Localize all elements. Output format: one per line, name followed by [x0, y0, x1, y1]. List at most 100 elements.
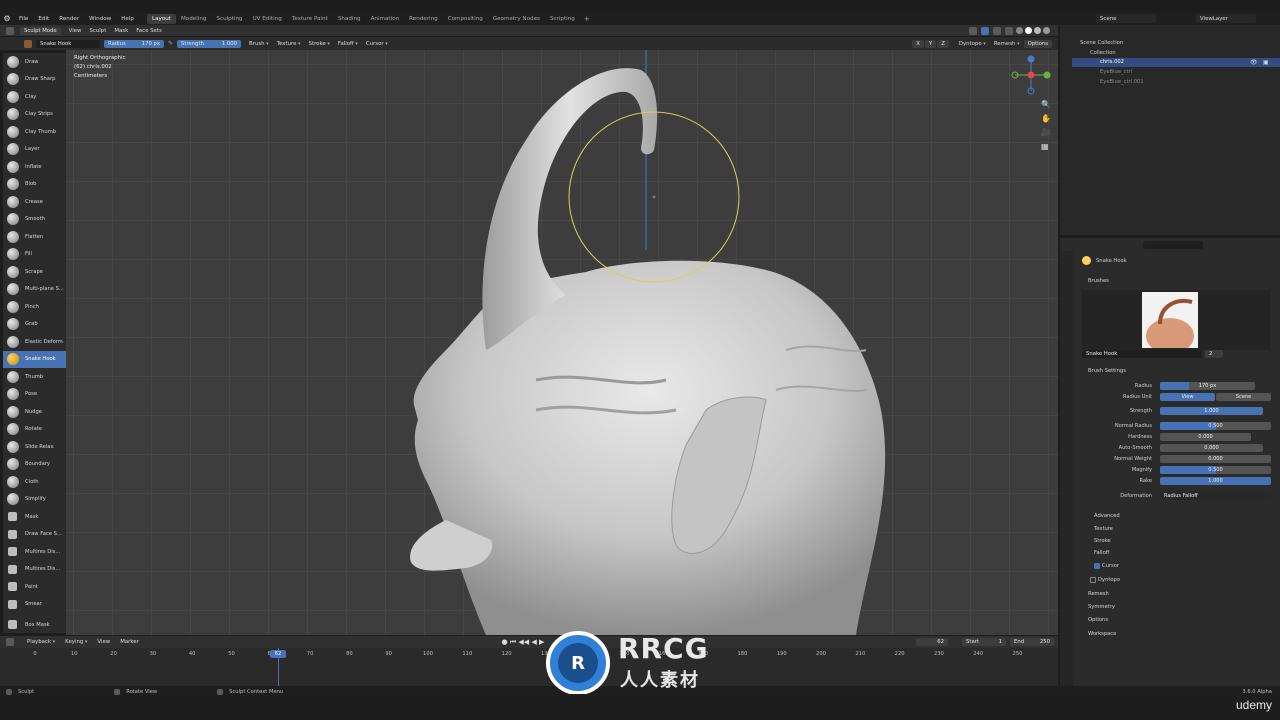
- tool-clay[interactable]: Clay: [3, 88, 66, 106]
- panel-symmetry[interactable]: Symmetry: [1088, 604, 1115, 610]
- menu-edit[interactable]: Edit: [33, 16, 54, 22]
- end-frame-field[interactable]: End 250: [1010, 638, 1055, 646]
- tool-cloth[interactable]: Cloth: [3, 473, 66, 491]
- tool-layer[interactable]: Layer: [3, 141, 66, 159]
- subpanel-texture[interactable]: Texture: [1094, 526, 1113, 532]
- marker-menu[interactable]: Marker: [115, 639, 144, 645]
- workspace-tab-shading[interactable]: Shading: [333, 14, 366, 24]
- auto-smooth-field[interactable]: 0.000: [1160, 444, 1263, 452]
- tool-snake-hook[interactable]: Snake Hook: [3, 350, 66, 368]
- panel-remesh[interactable]: Remesh: [1088, 591, 1109, 597]
- tool-blob[interactable]: Blob: [3, 176, 66, 194]
- shading-solid-icon[interactable]: [1025, 27, 1032, 34]
- workspace-tab-sculpting[interactable]: Sculpting: [211, 14, 247, 24]
- editor-type-icon[interactable]: [6, 26, 14, 35]
- cursor-checkbox[interactable]: [1094, 563, 1100, 569]
- playhead-frame-label[interactable]: 62: [270, 650, 286, 658]
- xray-toggle-icon[interactable]: [1005, 26, 1013, 35]
- tool-boundary[interactable]: Boundary: [3, 456, 66, 474]
- camera-view-icon[interactable]: 🎥: [1041, 128, 1051, 137]
- tool-draw[interactable]: Draw: [3, 53, 66, 71]
- brush-name-field[interactable]: Snake Hook: [36, 39, 100, 48]
- menu-face-sets[interactable]: Face Sets: [132, 28, 166, 34]
- stroke-menu[interactable]: Stroke: [305, 41, 334, 47]
- gizmo-toggle-icon[interactable]: [981, 26, 989, 35]
- normal-radius-field[interactable]: 0.500: [1160, 422, 1271, 430]
- tool-smooth[interactable]: Smooth: [3, 211, 66, 229]
- workspace-tab-texture-paint[interactable]: Texture Paint: [287, 14, 333, 24]
- tool-multires-dis[interactable]: Multires Dis...: [3, 561, 66, 579]
- 3d-viewport[interactable]: Right Orthographic (62) chris.002 Centim…: [66, 50, 1058, 635]
- tool-smear[interactable]: Smear: [3, 596, 66, 614]
- render-camera-icon[interactable]: ▣: [1263, 59, 1269, 66]
- deformation-select[interactable]: Radius Falloff: [1160, 492, 1271, 500]
- playback-menu[interactable]: Playback: [22, 639, 60, 645]
- radius-unit-view-button[interactable]: View: [1160, 393, 1215, 401]
- tool-scrape[interactable]: Scrape: [3, 263, 66, 281]
- tool-crease[interactable]: Crease: [3, 193, 66, 211]
- workspace-tab-modeling[interactable]: Modeling: [176, 14, 211, 24]
- options-menu[interactable]: Options: [1023, 39, 1052, 48]
- subpanel-stroke[interactable]: Stroke: [1094, 538, 1111, 544]
- menu-mask[interactable]: Mask: [110, 28, 132, 34]
- navigation-gizmo[interactable]: [1011, 55, 1051, 99]
- timeline-body[interactable]: 0102030405060708090100110120130140150160…: [0, 648, 1058, 686]
- view-object-types-icon[interactable]: [969, 26, 977, 35]
- properties-search-input[interactable]: [1143, 241, 1203, 249]
- shading-rendered-icon[interactable]: [1043, 27, 1050, 34]
- timeline-view-menu[interactable]: View: [92, 639, 115, 645]
- timeline-editor-icon[interactable]: [6, 638, 14, 646]
- grid-toggle-icon[interactable]: ▦: [1041, 142, 1049, 151]
- tool-mask[interactable]: Mask: [3, 508, 66, 526]
- panel-options[interactable]: Options: [1088, 617, 1108, 623]
- menu-render[interactable]: Render: [54, 16, 84, 22]
- cursor-menu[interactable]: Cursor: [362, 41, 392, 47]
- tool-grab[interactable]: Grab: [3, 316, 66, 334]
- strength-prop-field[interactable]: 1.000: [1160, 407, 1263, 415]
- symmetry-x-button[interactable]: X: [912, 39, 924, 48]
- overlay-toggle-icon[interactable]: [993, 26, 1001, 35]
- subpanel-falloff[interactable]: Falloff: [1094, 550, 1109, 556]
- properties-tabs[interactable]: [1060, 251, 1073, 686]
- keying-menu[interactable]: Keying: [60, 639, 92, 645]
- magnify-field[interactable]: 0.500: [1160, 466, 1271, 474]
- outliner-item-chris[interactable]: chris.002: [1100, 59, 1124, 65]
- zoom-icon[interactable]: 🔍: [1041, 100, 1051, 109]
- subpanel-cursor[interactable]: Cursor: [1102, 563, 1119, 569]
- pressure-radius-icon[interactable]: ✎: [168, 40, 173, 47]
- brush-settings-header[interactable]: Brush Settings: [1088, 368, 1126, 374]
- pan-hand-icon[interactable]: ✋: [1041, 114, 1051, 123]
- add-workspace-icon[interactable]: +: [580, 15, 594, 23]
- workspace-tab-uv-editing[interactable]: UV Editing: [248, 14, 287, 24]
- outliner-collection-label[interactable]: Collection: [1090, 50, 1116, 56]
- tool-elastic-deform[interactable]: Elastic Deform: [3, 333, 66, 351]
- playback-controls-icon[interactable]: ● ⏮ ◀◀ ◀ ▶: [502, 638, 545, 647]
- menu-window[interactable]: Window: [84, 16, 116, 22]
- scene-selector[interactable]: Scene: [1096, 14, 1156, 23]
- falloff-menu[interactable]: Falloff: [334, 41, 362, 47]
- radius-unit-scene-button[interactable]: Scene: [1216, 393, 1271, 401]
- brushes-panel-header[interactable]: Brushes: [1088, 278, 1109, 284]
- tool-multires-dis[interactable]: Multires Dis...: [3, 543, 66, 561]
- subpanel-advanced[interactable]: Advanced: [1094, 513, 1120, 519]
- workspace-tab-compositing[interactable]: Compositing: [443, 14, 488, 24]
- current-frame-field[interactable]: 62: [916, 638, 949, 646]
- workspace-tab-animation[interactable]: Animation: [366, 14, 405, 24]
- tool-clay-strips[interactable]: Clay Strips: [3, 106, 66, 124]
- tool-multi-plane-s[interactable]: Multi-plane S...: [3, 281, 66, 299]
- workspace-tab-scripting[interactable]: Scripting: [545, 14, 580, 24]
- strength-field[interactable]: Strength 1.000: [177, 39, 242, 48]
- dyntopo-menu[interactable]: Dyntopo: [955, 41, 990, 47]
- tool-rotate[interactable]: Rotate: [3, 421, 66, 439]
- radius-field[interactable]: Radius 170 px: [104, 39, 164, 48]
- tool-slide-relax[interactable]: Slide Relax: [3, 438, 66, 456]
- tool-flatten[interactable]: Flatten: [3, 228, 66, 246]
- panel-workspace[interactable]: Workspace: [1088, 631, 1116, 637]
- tool-pose[interactable]: Pose: [3, 386, 66, 404]
- shading-material-icon[interactable]: [1034, 27, 1041, 34]
- rake-field[interactable]: 1.000: [1160, 477, 1271, 485]
- hardness-field[interactable]: 0.000: [1160, 433, 1251, 441]
- tool-paint[interactable]: Paint: [3, 578, 66, 596]
- workspace-tab-rendering[interactable]: Rendering: [404, 14, 443, 24]
- menu-file[interactable]: File: [14, 16, 33, 22]
